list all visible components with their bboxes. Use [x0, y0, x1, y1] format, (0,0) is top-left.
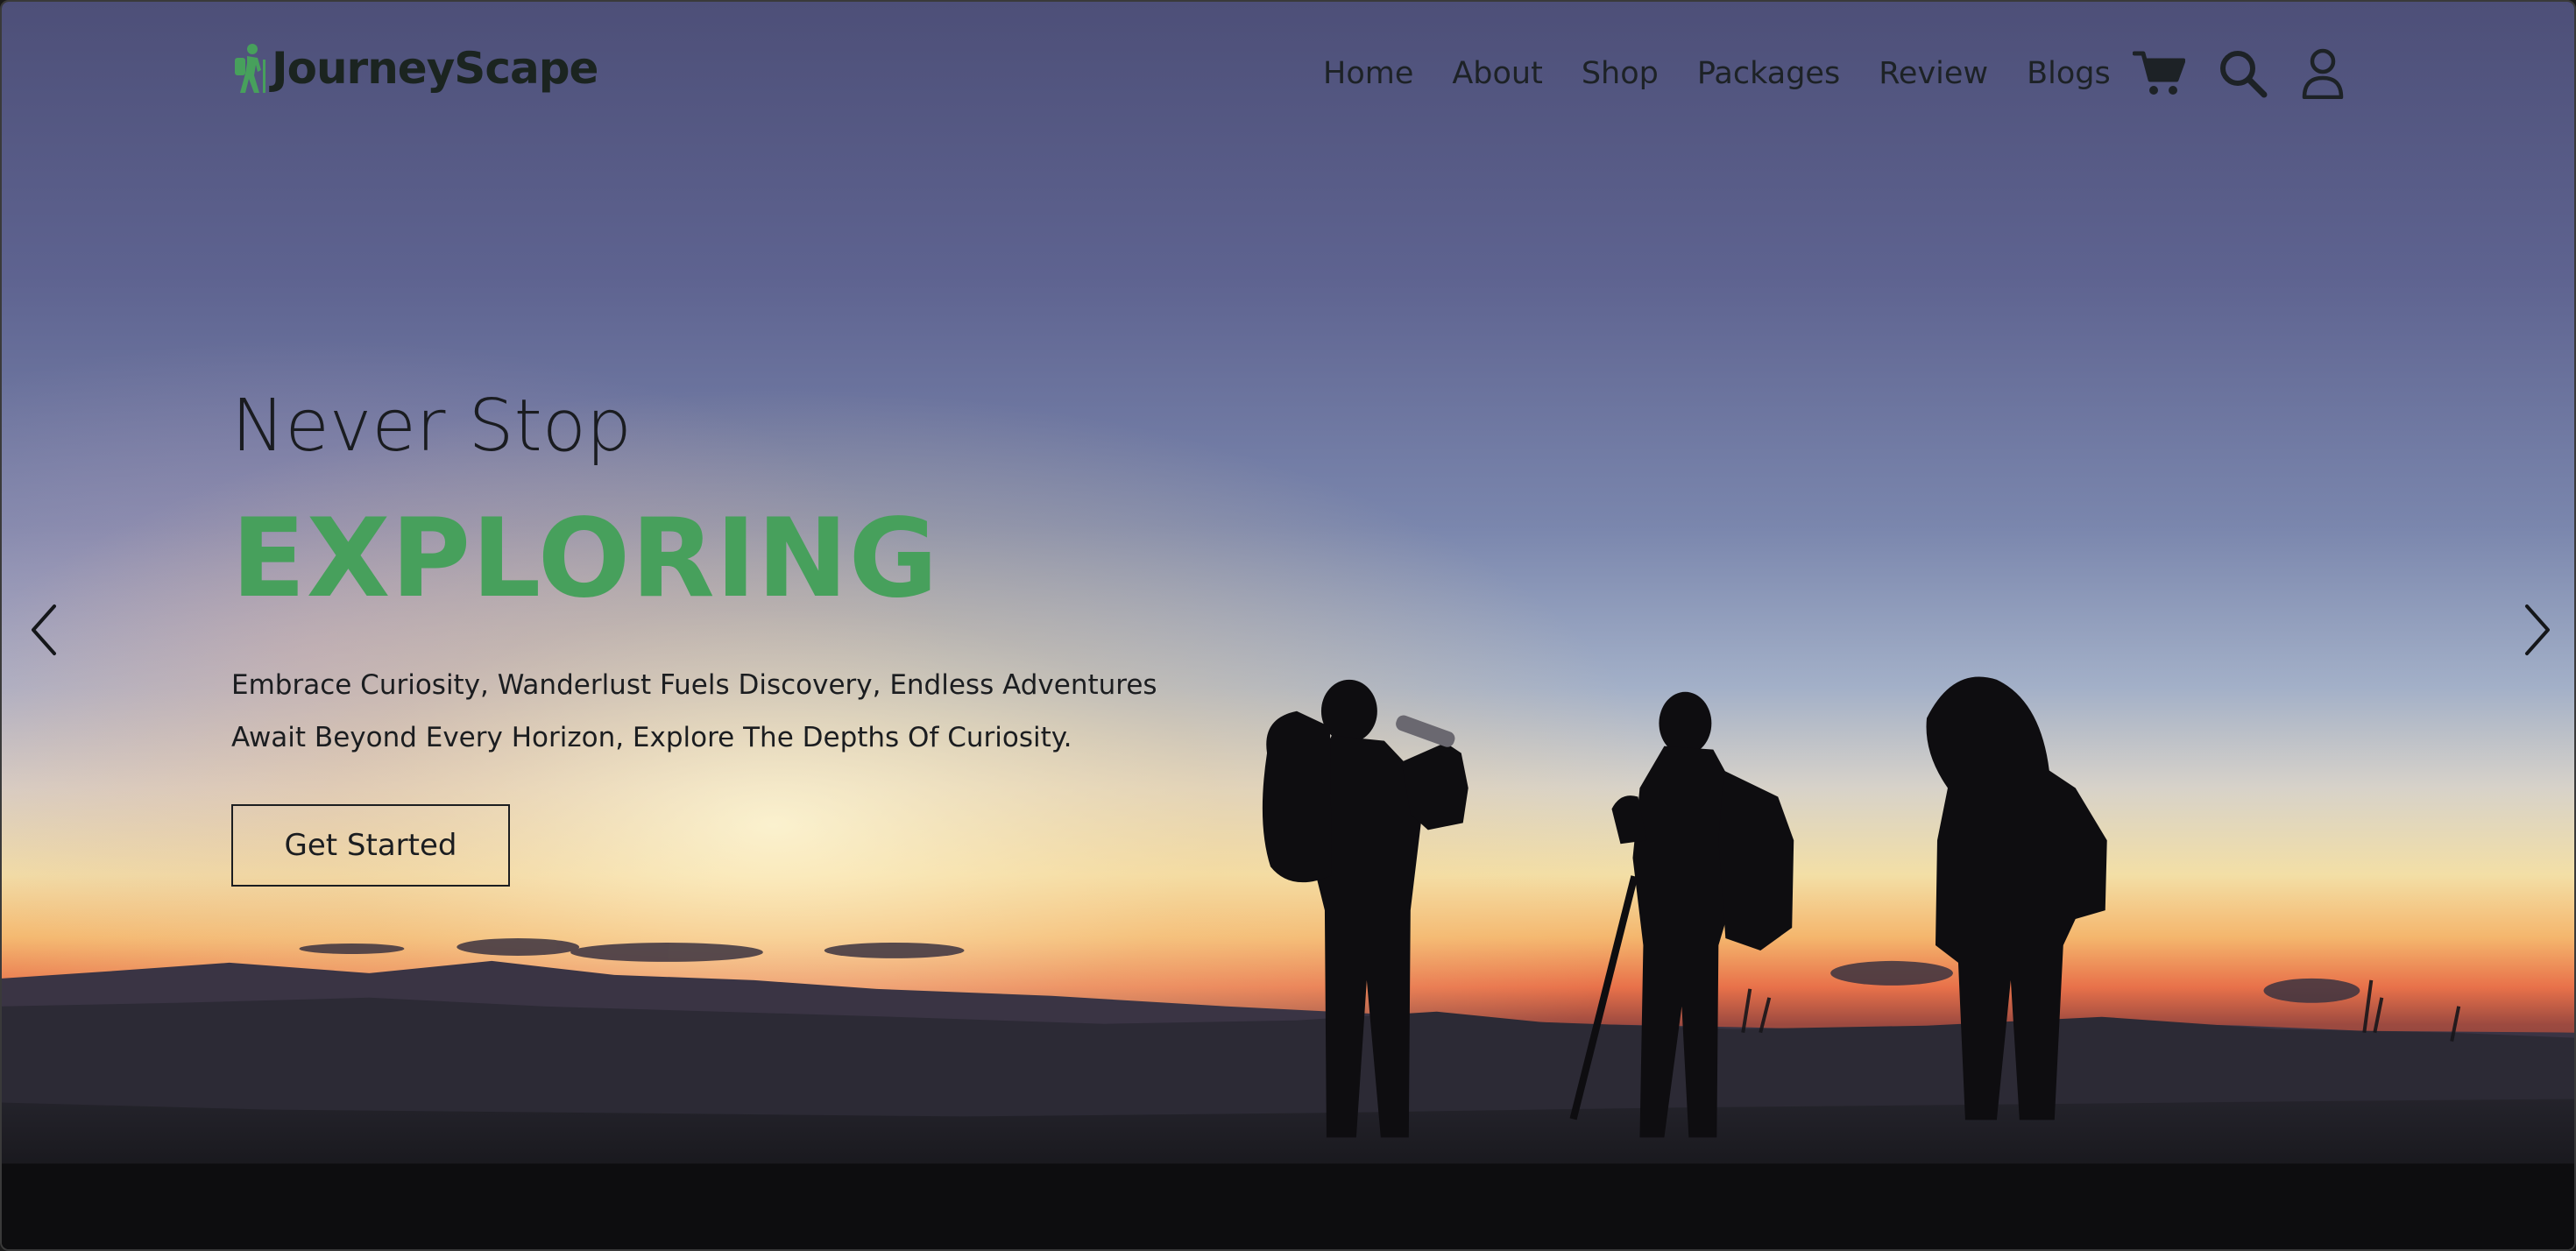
hero-kicker: Never Stop: [231, 385, 632, 468]
app-window: JourneyScape Home About Shop Packages Re…: [0, 0, 2576, 1251]
hiker-icon: [235, 44, 265, 93]
nav-link-blogs[interactable]: Blogs: [2027, 56, 2111, 91]
chevron-right-icon[interactable]: [2520, 601, 2555, 659]
hero-description: Embrace Curiosity, Wanderlust Fuels Disc…: [231, 659, 1458, 764]
site-header: JourneyScape Home About Shop Packages Re…: [2, 2, 2574, 145]
nav-link-home[interactable]: Home: [1323, 56, 1413, 91]
hero-content: Never Stop EXPLORING Embrace Curiosity, …: [231, 378, 1458, 887]
user-icon[interactable]: [2301, 48, 2345, 99]
nav-link-review[interactable]: Review: [1879, 56, 1988, 91]
hero-description-line: Await Beyond Every Horizon, Explore The …: [231, 722, 1072, 753]
nav-link-packages[interactable]: Packages: [1697, 56, 1840, 91]
brand-logo[interactable]: JourneyScape: [231, 42, 598, 95]
hero-description-line: Embrace Curiosity, Wanderlust Fuels Disc…: [231, 669, 1157, 701]
get-started-button[interactable]: Get Started: [231, 804, 510, 887]
nav-link-shop[interactable]: Shop: [1582, 56, 1659, 91]
header-actions: [2133, 46, 2345, 102]
main-nav: Home About Shop Packages Review Blogs: [1323, 47, 2149, 100]
chevron-left-icon[interactable]: [26, 601, 61, 659]
brand-name: JourneyScape: [272, 43, 598, 94]
hero-title: EXPLORING: [231, 496, 939, 622]
search-icon[interactable]: [2219, 49, 2268, 98]
cart-icon[interactable]: [2133, 50, 2185, 97]
nav-link-about[interactable]: About: [1452, 56, 1542, 91]
